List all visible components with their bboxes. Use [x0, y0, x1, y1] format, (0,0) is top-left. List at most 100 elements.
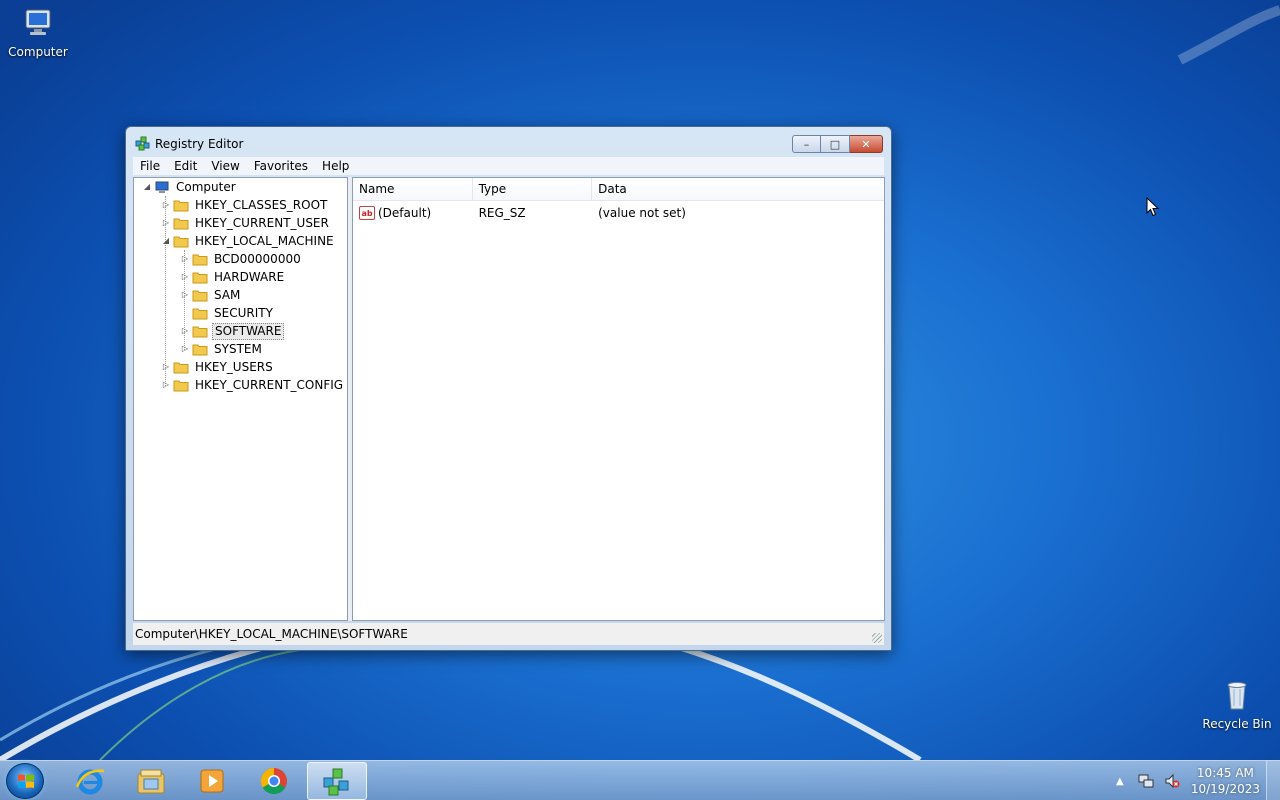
collapse-arrow-icon[interactable]: ◢: [142, 178, 152, 196]
status-bar: Computer\HKEY_LOCAL_MACHINE\SOFTWARE: [133, 623, 884, 645]
tree-label: Computer: [176, 180, 236, 194]
close-icon: ✕: [861, 137, 871, 151]
values-list-pane[interactable]: Name Type Data ab (Default) REG_SZ (valu…: [352, 177, 885, 621]
menu-view[interactable]: View: [204, 157, 246, 175]
desktop-icon-computer[interactable]: Computer: [0, 6, 76, 59]
value-data: (value not set): [598, 206, 686, 220]
tree-node-hkcu[interactable]: ▷ HKEY_CURRENT_USER: [161, 214, 331, 232]
tree-node-sam[interactable]: ▷ SAM: [180, 286, 242, 304]
column-header-type[interactable]: Type: [473, 178, 593, 201]
show-hidden-icons-icon[interactable]: ▲: [1112, 773, 1128, 789]
tree-label: SECURITY: [214, 306, 273, 320]
tree-node-hkcc[interactable]: ▷ HKEY_CURRENT_CONFIG: [161, 376, 345, 394]
taskbar-registry-editor[interactable]: [307, 762, 367, 800]
key-tree-pane[interactable]: ◢ Computer ▷ HKEY_CLASSES_ROOT ▷ HKEY_CU…: [133, 177, 348, 621]
menu-bar: File Edit View Favorites Help: [133, 157, 884, 175]
expand-arrow-icon[interactable]: ▷: [180, 286, 190, 304]
expand-arrow-icon[interactable]: ▷: [180, 268, 190, 286]
list-item[interactable]: ab (Default) REG_SZ (value not set): [353, 203, 884, 223]
tree-node-system[interactable]: ▷ SYSTEM: [180, 340, 264, 358]
value-name: (Default): [378, 206, 432, 220]
tree-label: SYSTEM: [214, 342, 262, 356]
registry-editor-window: Registry Editor – □ ✕ File Edit View Fav…: [125, 126, 892, 651]
folder-icon: [192, 308, 208, 319]
folder-icon: [173, 362, 189, 373]
menu-favorites[interactable]: Favorites: [247, 157, 315, 175]
tree-label: HKEY_CLASSES_ROOT: [195, 198, 328, 212]
collapse-arrow-icon[interactable]: ◢: [161, 232, 171, 250]
tree-label: HKEY_LOCAL_MACHINE: [195, 234, 334, 248]
tree-node-security[interactable]: SECURITY: [180, 304, 275, 322]
desktop-icon-recycle-bin[interactable]: Recycle Bin: [1199, 678, 1275, 731]
expand-arrow-icon[interactable]: ▷: [180, 322, 190, 340]
taskbar: ▲ 10:45 AM 10/19/2023: [0, 760, 1280, 800]
folder-icon: [173, 218, 189, 229]
folder-icon: [192, 272, 208, 283]
tree-node-software[interactable]: ▷ SOFTWARE: [180, 322, 285, 340]
tree-label: HKEY_CURRENT_USER: [195, 216, 329, 230]
column-header-name[interactable]: Name: [353, 178, 473, 201]
tree-label: HKEY_CURRENT_CONFIG: [195, 378, 344, 392]
tree-node-hklm[interactable]: ◢ HKEY_LOCAL_MACHINE: [161, 232, 336, 250]
taskbar-media-player[interactable]: [182, 762, 242, 800]
resize-grip-icon[interactable]: [872, 633, 882, 643]
folder-icon: [192, 344, 208, 355]
desktop-icon-label: Recycle Bin: [1202, 717, 1272, 731]
computer-icon: [25, 9, 51, 35]
volume-muted-icon[interactable]: [1164, 773, 1180, 789]
expand-arrow-icon[interactable]: ▷: [161, 358, 171, 376]
tree-label: SAM: [214, 288, 241, 302]
file-explorer-icon: [137, 769, 165, 794]
expand-arrow-icon[interactable]: ▷: [161, 376, 171, 394]
minimize-icon: –: [803, 137, 810, 151]
folder-open-icon: [173, 236, 189, 247]
column-header-data[interactable]: Data: [592, 178, 884, 201]
title-bar[interactable]: Registry Editor – □ ✕: [126, 127, 891, 157]
clock-date: 10/19/2023: [1190, 782, 1260, 796]
taskbar-file-explorer[interactable]: [121, 762, 181, 800]
window-title: Registry Editor: [155, 137, 244, 151]
tree-label-selected: SOFTWARE: [212, 322, 285, 340]
list-header: Name Type Data: [353, 178, 884, 201]
tree-node-hkcr[interactable]: ▷ HKEY_CLASSES_ROOT: [161, 196, 329, 214]
registry-editor-icon: [135, 136, 150, 151]
status-path: Computer\HKEY_LOCAL_MACHINE\SOFTWARE: [135, 627, 408, 641]
expand-arrow-icon[interactable]: ▷: [180, 340, 190, 358]
menu-file[interactable]: File: [133, 157, 167, 175]
internet-explorer-icon: [75, 769, 105, 795]
folder-icon: [192, 254, 208, 265]
media-player-icon: [200, 769, 224, 793]
recycle-bin-icon: [1227, 682, 1247, 710]
tree-node-hku[interactable]: ▷ HKEY_USERS: [161, 358, 275, 376]
mouse-cursor-icon: [1146, 197, 1160, 217]
maximize-button[interactable]: □: [821, 135, 850, 153]
menu-edit[interactable]: Edit: [167, 157, 204, 175]
expand-arrow-icon[interactable]: ▷: [180, 250, 190, 268]
expand-arrow-icon[interactable]: ▷: [161, 196, 171, 214]
minimize-button[interactable]: –: [792, 135, 821, 153]
system-tray: ▲ 10:45 AM 10/19/2023: [1107, 761, 1260, 800]
start-button[interactable]: [6, 763, 44, 799]
clock[interactable]: 10:45 AM 10/19/2023: [1191, 765, 1260, 797]
show-desktop-button[interactable]: [1266, 761, 1280, 800]
close-button[interactable]: ✕: [850, 135, 883, 153]
expand-arrow-icon[interactable]: ▷: [161, 214, 171, 232]
network-icon[interactable]: [1138, 773, 1154, 789]
taskbar-chrome[interactable]: [244, 762, 304, 800]
folder-icon: [173, 380, 189, 391]
tree-node-computer[interactable]: ◢ Computer: [142, 178, 238, 196]
tree-node-bcd[interactable]: ▷ BCD00000000: [180, 250, 303, 268]
computer-icon: [155, 181, 169, 193]
maximize-icon: □: [829, 137, 841, 151]
folder-icon: [173, 200, 189, 211]
string-value-icon: ab: [359, 206, 375, 220]
tree-node-hardware[interactable]: ▷ HARDWARE: [180, 268, 286, 286]
desktop-icon-label: Computer: [8, 45, 68, 59]
registry-editor-icon: [323, 768, 349, 796]
tree-label: HKEY_USERS: [195, 360, 273, 374]
value-type: REG_SZ: [478, 206, 526, 220]
taskbar-internet-explorer[interactable]: [60, 762, 120, 800]
menu-help[interactable]: Help: [315, 157, 356, 175]
chrome-icon: [260, 767, 287, 795]
tree-label: BCD00000000: [214, 252, 301, 266]
